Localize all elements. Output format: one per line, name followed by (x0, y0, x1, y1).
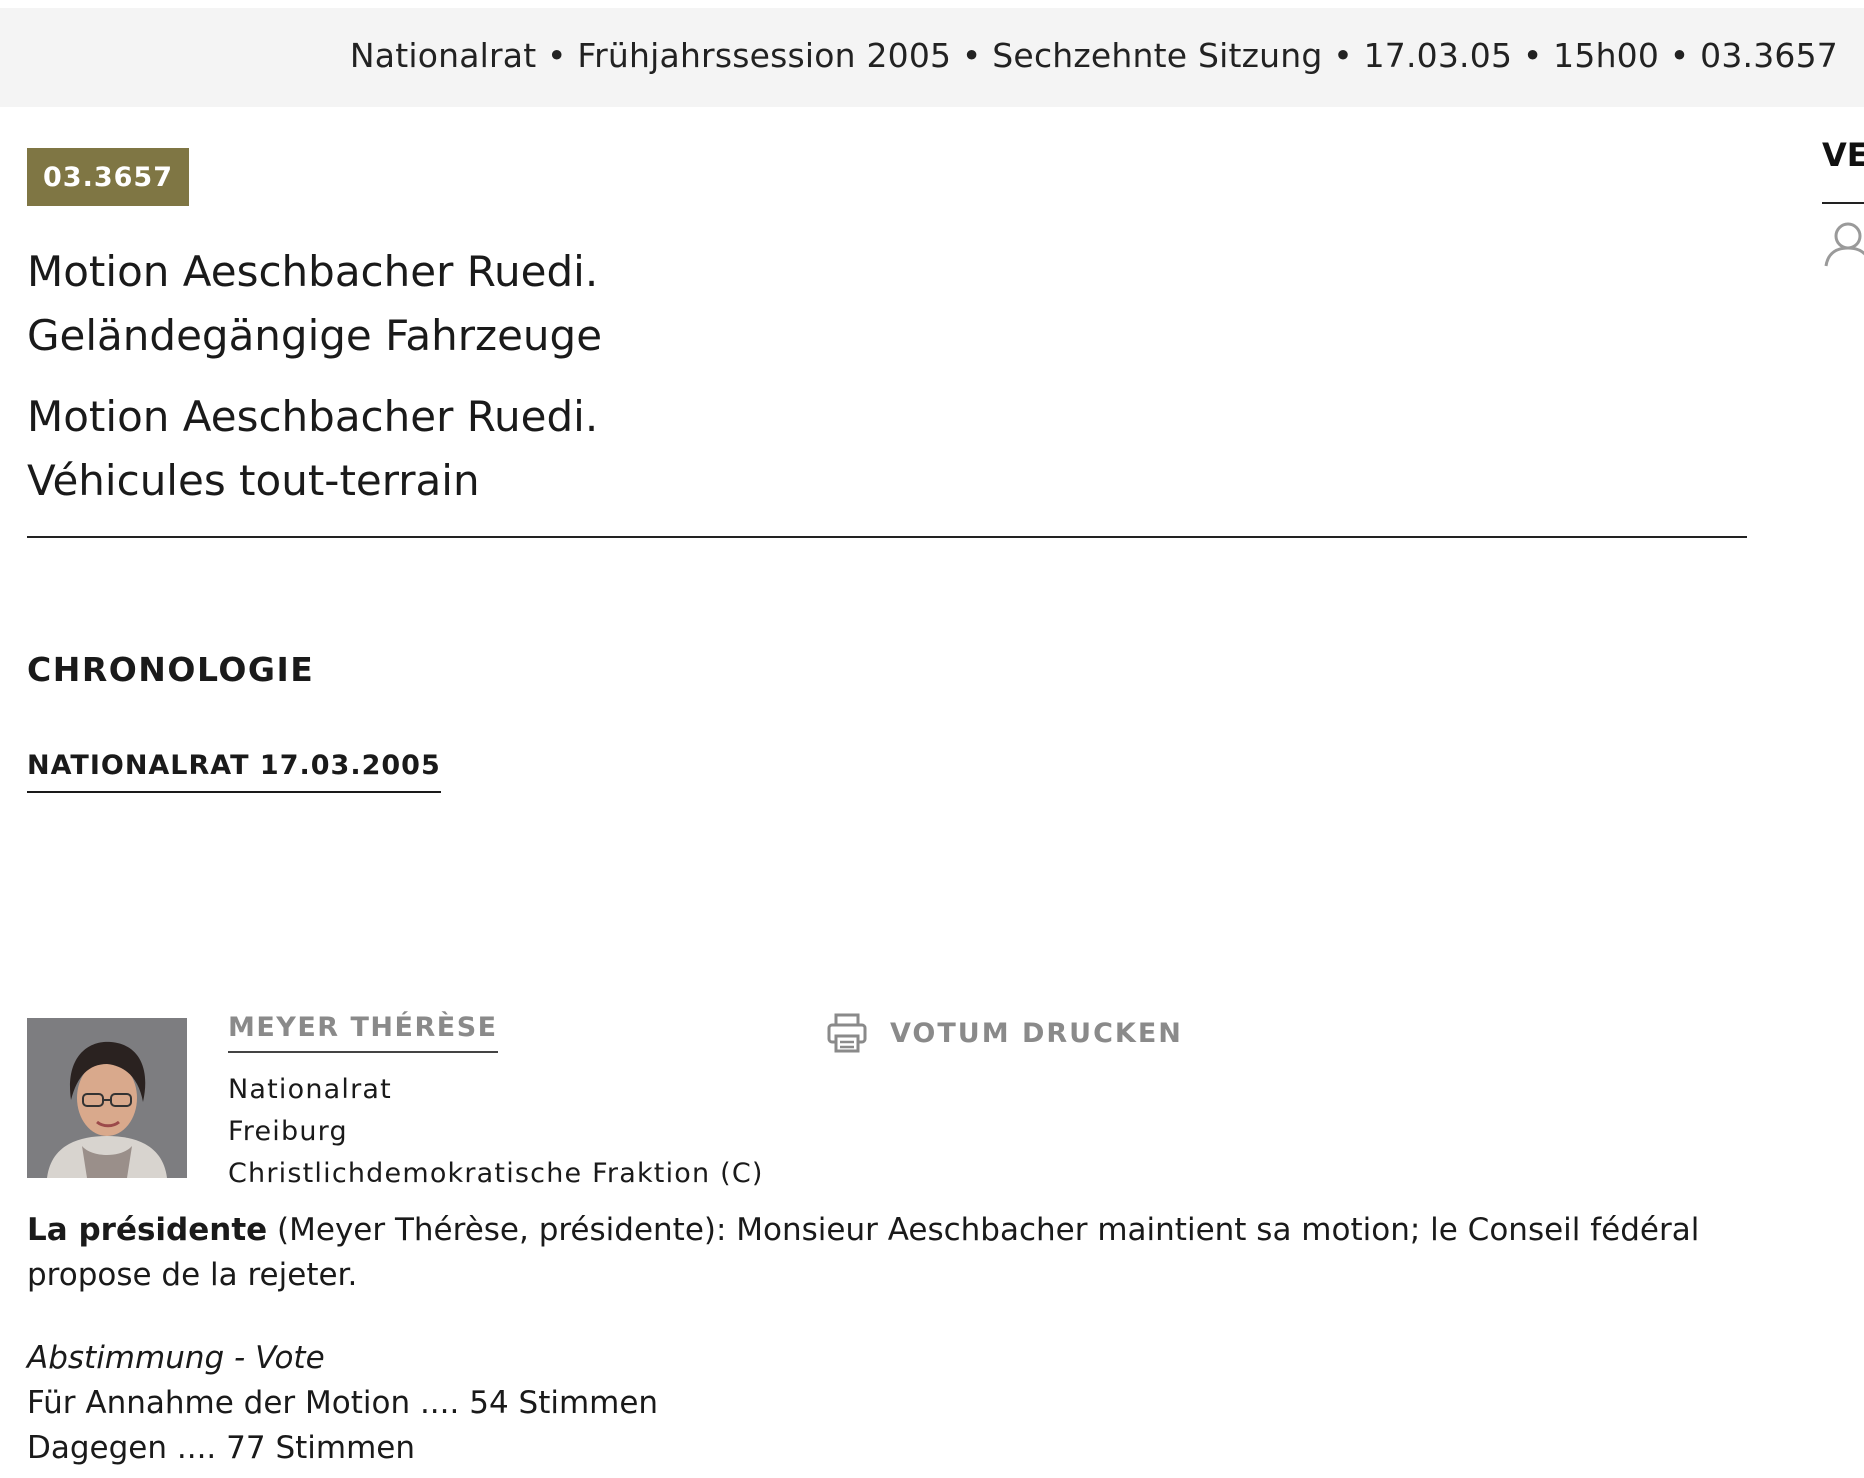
top-bar: Nationalrat • Frühjahrssession 2005 • Se… (0, 8, 1864, 107)
statement-paragraph: La présidente (Meyer Thérèse, présidente… (27, 1208, 1747, 1298)
business-title-fr: Motion Aeschbacher Ruedi. Véhicules tout… (27, 385, 598, 513)
vote-block: Abstimmung - Vote Für Annahme der Motion… (27, 1336, 658, 1471)
speaker-group: Christlichdemokratische Fraktion (C) (228, 1158, 764, 1189)
vote-title: Abstimmung - Vote (27, 1340, 325, 1376)
sidebar-label[interactable]: VE (1822, 136, 1864, 174)
business-title-de-line2: Geländegängige Fahrzeuge (27, 311, 603, 360)
business-title-de: Motion Aeschbacher Ruedi. Geländegängige… (27, 240, 602, 368)
speaker-canton: Freiburg (228, 1116, 348, 1147)
business-title-fr-line1: Motion Aeschbacher Ruedi. (27, 392, 599, 441)
print-vote-label: VOTUM DRUCKEN (890, 1017, 1183, 1049)
person-icon[interactable] (1822, 220, 1864, 268)
business-title-fr-line2: Véhicules tout-terrain (27, 456, 480, 505)
business-title-de-line1: Motion Aeschbacher Ruedi. (27, 247, 599, 296)
breadcrumb: Nationalrat • Frühjahrssession 2005 • Se… (349, 36, 1838, 75)
vote-against-line: Dagegen .... 77 Stimmen (27, 1430, 415, 1466)
chronology-entry-label[interactable]: NATIONALRAT 17.03.2005 (27, 750, 441, 793)
speaker-name-link[interactable]: MEYER THÉRÈSE (228, 1012, 498, 1053)
statement-text: (Meyer Thérèse, présidente): Monsieur Ae… (27, 1212, 1700, 1293)
business-number-badge: 03.3657 (27, 148, 189, 206)
speaker-council: Nationalrat (228, 1074, 392, 1105)
title-divider (27, 536, 1747, 538)
print-vote-button[interactable]: VOTUM DRUCKEN (826, 1012, 1183, 1054)
vote-for-line: Für Annahme der Motion .... 54 Stimmen (27, 1385, 659, 1421)
speaker-photo[interactable] (27, 1018, 187, 1178)
sidebar-divider (1822, 202, 1864, 204)
chronology-heading: CHRONOLOGIE (27, 650, 315, 689)
printer-icon (826, 1012, 868, 1054)
statement-speaker-role: La présidente (27, 1212, 268, 1248)
